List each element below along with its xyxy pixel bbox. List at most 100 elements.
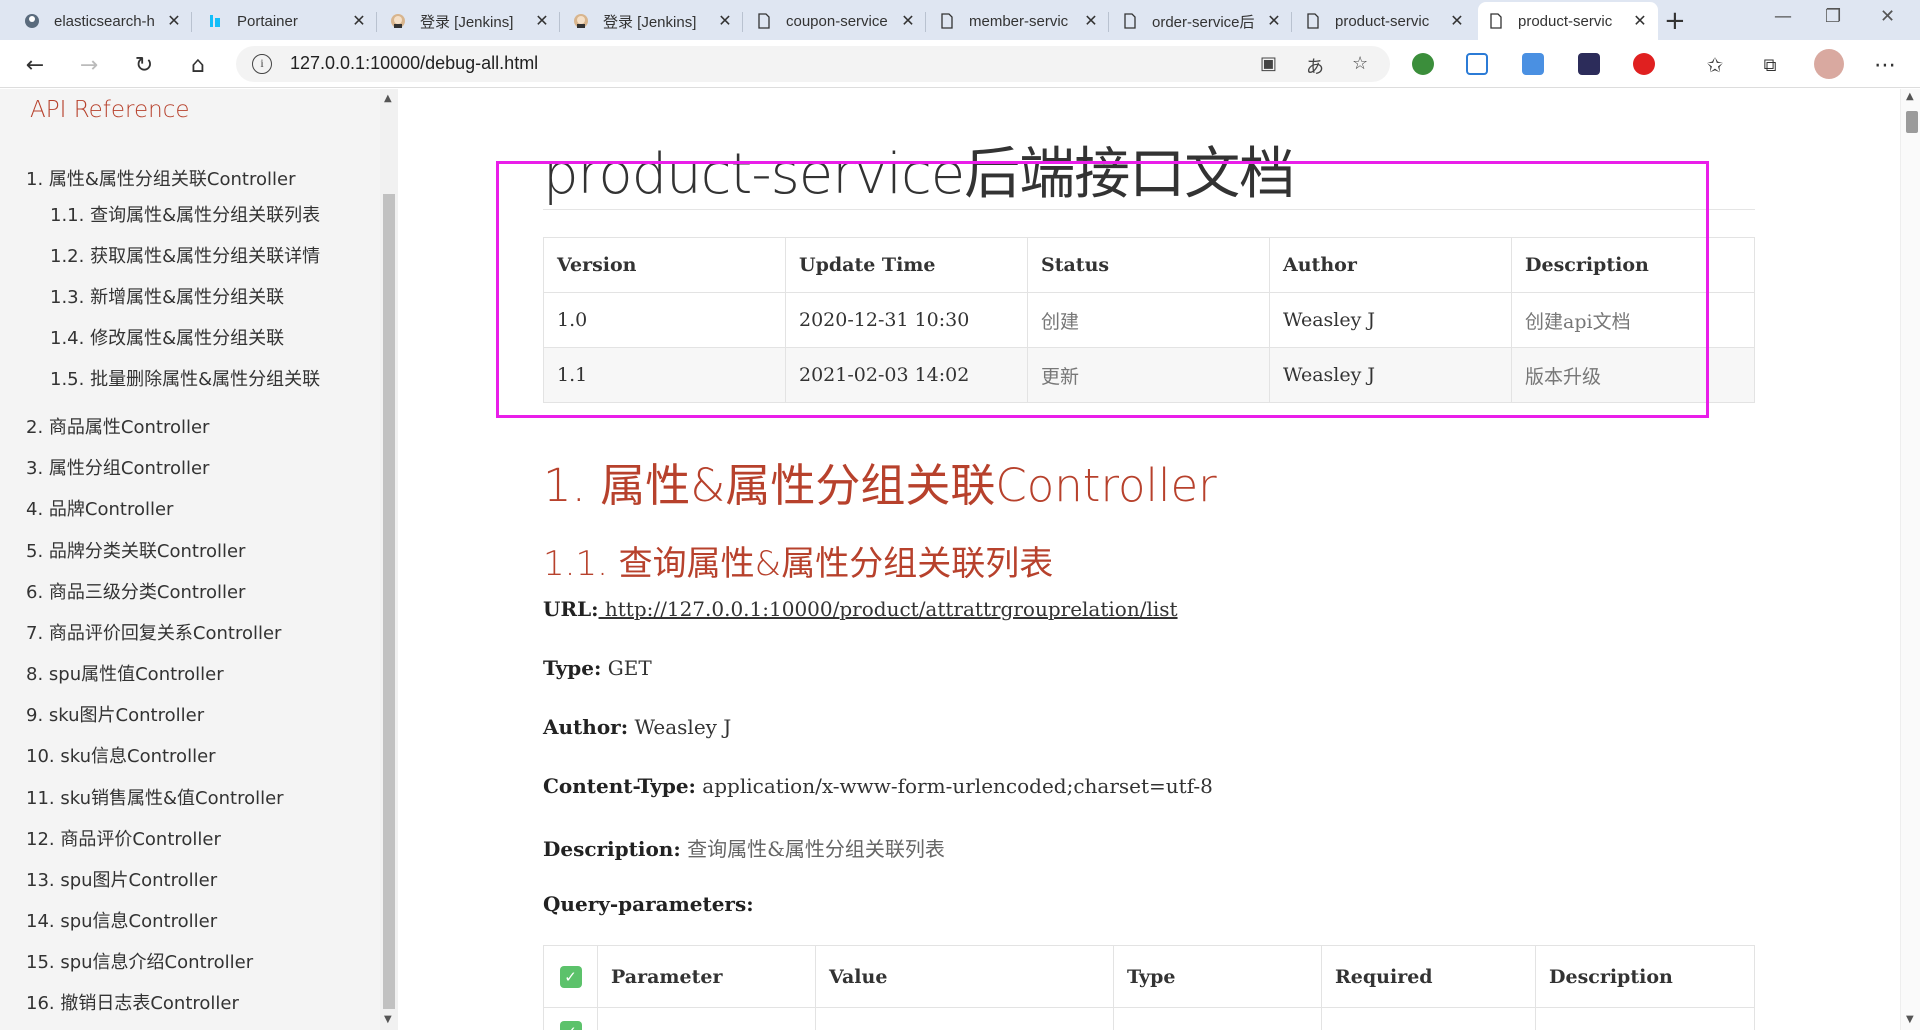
row-select-cell[interactable]: ✓ <box>543 1007 598 1030</box>
extension-opera-icon[interactable] <box>1633 53 1655 75</box>
toc-item[interactable]: 1.5. 批量删除属性&属性分组关联 <box>50 365 320 391</box>
close-tab-icon[interactable]: ✕ <box>1083 11 1099 31</box>
toc-item[interactable]: 5. 品牌分类关联Controller <box>26 537 245 563</box>
toc-item[interactable]: 13. spu图片Controller <box>26 866 217 892</box>
translate-icon[interactable]: あ <box>1306 53 1324 79</box>
close-tab-icon[interactable]: ✕ <box>1632 11 1648 31</box>
site-info-icon[interactable]: i <box>252 54 272 74</box>
close-tab-icon[interactable]: ✕ <box>900 11 916 31</box>
browser-tab[interactable]: coupon-service ✕ <box>746 2 926 40</box>
refresh-icon[interactable]: ↻ <box>129 50 159 80</box>
close-tab-icon[interactable]: ✕ <box>717 11 733 31</box>
tab-title: product-servic <box>1335 12 1430 30</box>
subsection-heading: 1.1. 查询属性&属性分组关联列表 <box>543 544 1054 584</box>
tab-divider <box>1291 12 1292 32</box>
tab-title: 登录 [Jenkins] <box>603 13 697 31</box>
scroll-down-arrow-icon[interactable]: ▼ <box>384 1014 392 1025</box>
address-bar[interactable]: i 127.0.0.1:10000/debug-all.html ▣ あ ☆ <box>236 46 1390 82</box>
page-icon <box>1488 13 1504 29</box>
toc-item[interactable]: 12. 商品评价Controller <box>26 825 221 851</box>
toc-item[interactable]: 7. 商品评价回复关系Controller <box>26 619 281 645</box>
browser-tab[interactable]: elasticsearch-h ✕ <box>14 2 192 40</box>
new-tab-button[interactable]: + <box>1664 6 1686 36</box>
toc-item[interactable]: 6. 商品三级分类Controller <box>26 578 245 604</box>
toc-item[interactable]: 3. 属性分组Controller <box>26 454 209 480</box>
favorite-star-icon[interactable]: ☆ <box>1352 53 1368 74</box>
toc-item[interactable]: 1.4. 修改属性&属性分组关联 <box>50 324 284 350</box>
endpoint-url-link[interactable]: http://127.0.0.1:10000/product/attrattrg… <box>599 597 1178 621</box>
sidebar-scroll-thumb[interactable] <box>383 194 395 1009</box>
type-value: GET <box>607 656 652 680</box>
page-scroll-thumb[interactable] <box>1906 111 1918 133</box>
toc-item[interactable]: 1.3. 新增属性&属性分组关联 <box>50 283 284 309</box>
extension-globe-icon[interactable] <box>1412 53 1434 75</box>
page-icon <box>1122 13 1138 29</box>
extension-translate-icon[interactable] <box>1522 53 1544 75</box>
reader-view-icon[interactable]: ▣ <box>1260 53 1277 74</box>
page-icon <box>939 13 955 29</box>
url-text[interactable]: 127.0.0.1:10000/debug-all.html <box>290 53 538 74</box>
sidebar-title[interactable]: API Reference <box>30 97 190 123</box>
scroll-up-arrow-icon[interactable]: ▲ <box>384 93 392 104</box>
toc-item[interactable]: 1.2. 获取属性&属性分组关联详情 <box>50 242 320 268</box>
close-window-icon[interactable]: ✕ <box>1880 6 1895 27</box>
toc-item[interactable]: 1.1. 查询属性&属性分组关联列表 <box>50 201 320 227</box>
forward-icon[interactable]: → <box>74 50 104 80</box>
description-value: 查询属性&属性分组关联列表 <box>687 837 945 861</box>
toc-item[interactable]: 15. spu信息介绍Controller <box>26 948 253 974</box>
profile-avatar[interactable] <box>1814 49 1844 79</box>
back-icon[interactable]: ← <box>20 50 50 80</box>
sidebar-scrollbar[interactable]: ▲ ▼ <box>380 89 398 1030</box>
extension-bracket-icon[interactable] <box>1578 53 1600 75</box>
toc-item[interactable]: 16. 撤销日志表Controller <box>26 989 239 1015</box>
toc-item[interactable]: 9. sku图片Controller <box>26 701 204 727</box>
checkbox-checked-icon[interactable]: ✓ <box>559 966 582 988</box>
browser-tab[interactable]: member-servic ✕ <box>929 2 1109 40</box>
jenkins-favicon <box>390 13 406 29</box>
toc-sidebar: API Reference 1. 属性&属性分组关联Controller 1.1… <box>0 89 380 1030</box>
restore-icon[interactable]: ❐ <box>1825 6 1841 27</box>
page-scrollbar[interactable]: ▲ ▼ <box>1900 89 1920 1030</box>
close-tab-icon[interactable]: ✕ <box>1449 11 1465 31</box>
toc-item[interactable]: 10. sku信息Controller <box>26 742 216 768</box>
tab-divider <box>559 12 560 32</box>
table-row: ✓ <box>543 1007 1755 1030</box>
close-tab-icon[interactable]: ✕ <box>166 11 182 31</box>
browser-tab[interactable]: product-servic ✕ <box>1295 2 1475 40</box>
type-label: Type: <box>543 656 602 680</box>
browser-tab[interactable]: 登录 [Jenkins] ✕ <box>380 2 560 40</box>
toc-item[interactable]: 14. spu信息Controller <box>26 907 217 933</box>
minimize-icon[interactable]: — <box>1774 6 1792 27</box>
browser-tab-active[interactable]: product-servic ✕ <box>1478 2 1658 40</box>
select-all-cell[interactable]: ✓ <box>543 945 598 1008</box>
close-tab-icon[interactable]: ✕ <box>534 11 550 31</box>
scroll-up-arrow-icon[interactable]: ▲ <box>1906 91 1914 102</box>
scroll-down-arrow-icon[interactable]: ▼ <box>1906 1014 1914 1025</box>
close-tab-icon[interactable]: ✕ <box>351 11 367 31</box>
toc-item[interactable]: 4. 品牌Controller <box>26 495 173 521</box>
close-tab-icon[interactable]: ✕ <box>1266 11 1282 31</box>
browser-tab[interactable]: order-service后 ✕ <box>1112 2 1292 40</box>
checkbox-checked-icon[interactable]: ✓ <box>559 1021 582 1030</box>
tab-strip: elasticsearch-h ✕ Portainer ✕ 登录 [Jenkin… <box>0 0 1920 40</box>
toc-item[interactable]: 8. spu属性值Controller <box>26 660 224 686</box>
more-menu-icon[interactable]: ⋯ <box>1870 50 1900 80</box>
extension-sync-icon[interactable] <box>1466 53 1488 75</box>
browser-tab[interactable]: 登录 [Jenkins] ✕ <box>563 2 743 40</box>
table-header: Value <box>815 945 1114 1008</box>
browser-tab[interactable]: Portainer ✕ <box>197 2 377 40</box>
favorites-list-icon[interactable]: ✩ <box>1700 50 1730 80</box>
toc-item[interactable]: 1. 属性&属性分组关联Controller <box>26 165 295 191</box>
tab-title: 登录 [Jenkins] <box>420 13 514 31</box>
table-cell[interactable] <box>815 1007 1114 1030</box>
tab-divider <box>925 12 926 32</box>
toc-item[interactable]: 2. 商品属性Controller <box>26 413 209 439</box>
content-type-value: application/x-www-form-urlencoded;charse… <box>702 774 1213 798</box>
collections-icon[interactable]: ⧉ <box>1755 50 1785 80</box>
portainer-favicon <box>207 13 223 29</box>
home-icon[interactable]: ⌂ <box>183 50 213 80</box>
params-table: ✓ Parameter Value Type Required Descript… <box>543 945 1755 1030</box>
table-cell <box>1113 1007 1322 1030</box>
toc-item[interactable]: 11. sku销售属性&值Controller <box>26 784 284 810</box>
elasticsearch-favicon <box>24 13 40 29</box>
